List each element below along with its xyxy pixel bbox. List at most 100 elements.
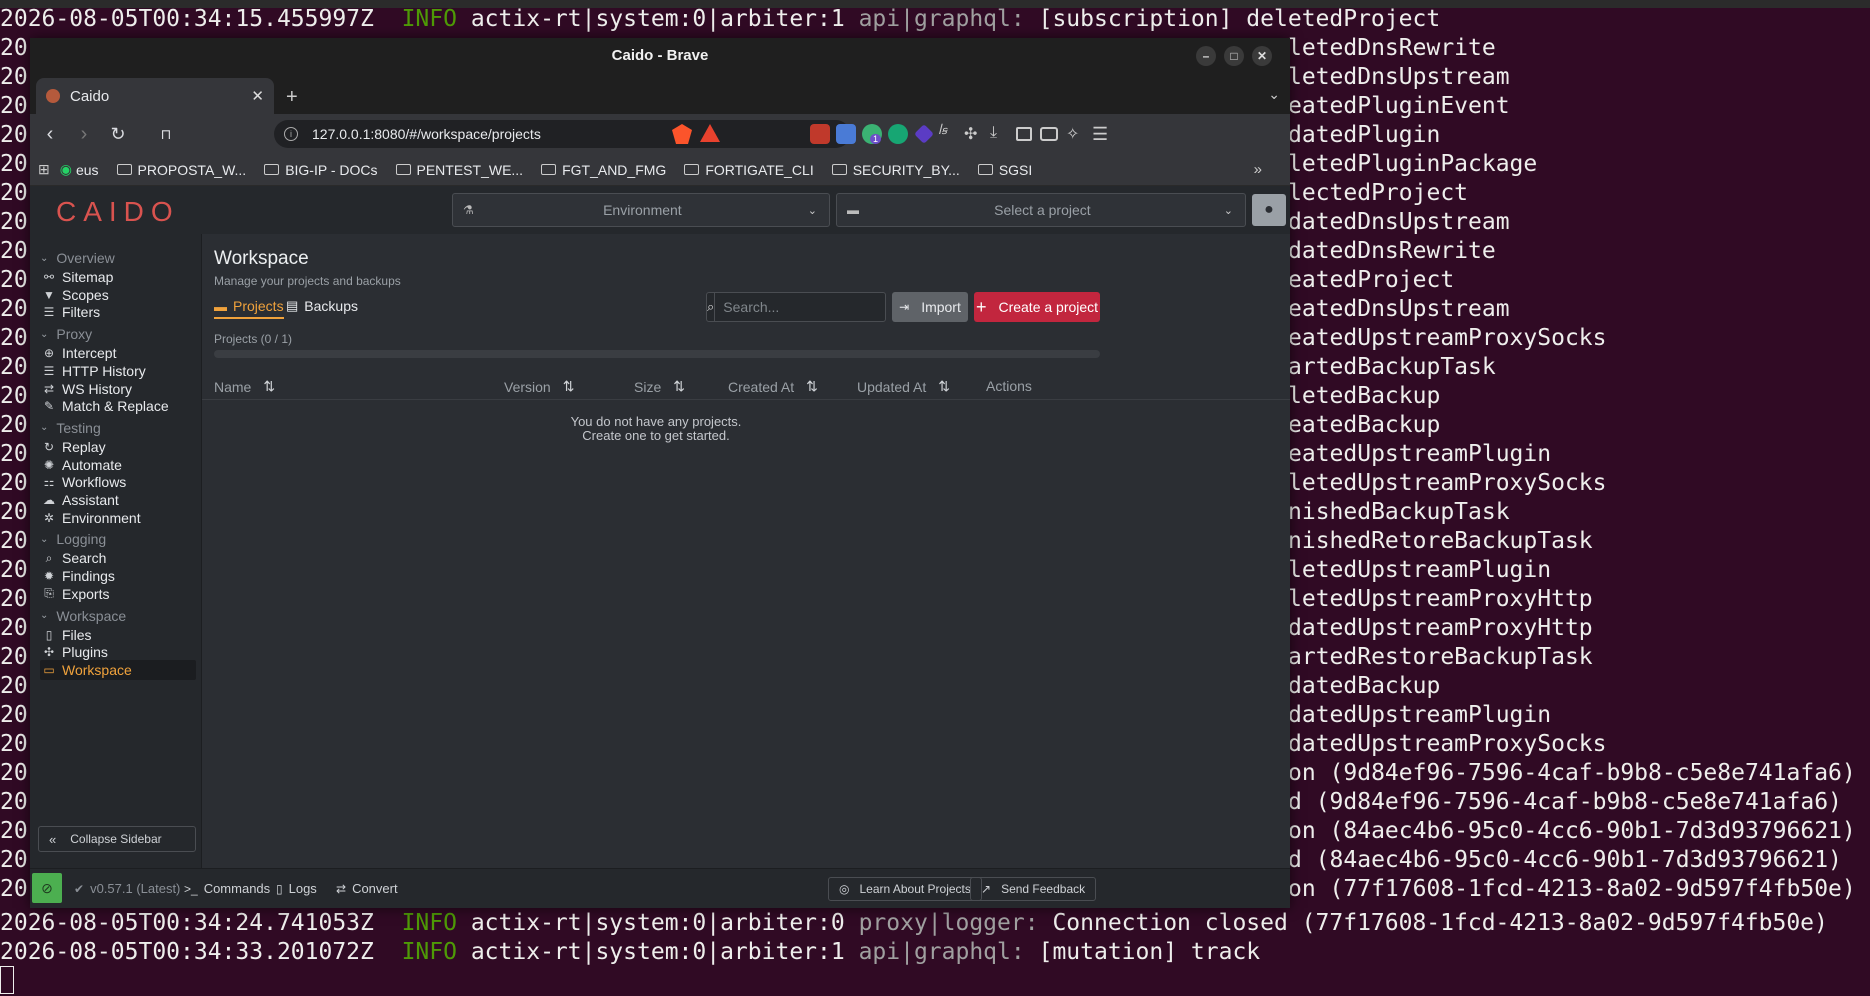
sort-icon[interactable]: ⇅	[806, 378, 818, 395]
tab-projects[interactable]: ▬ Projects	[214, 298, 284, 319]
extension-lastpass-icon[interactable]	[810, 124, 830, 144]
bookmark-whatsapp[interactable]: ◉ eus	[60, 161, 99, 178]
log-line-tail: letedPluginPackage	[1288, 151, 1538, 177]
convert-button[interactable]: ⇄ Convert	[336, 881, 398, 896]
document-icon: ▯	[276, 881, 283, 896]
bookmark-folder[interactable]: PROPOSTA_W...	[116, 162, 246, 178]
sidebar-item-environment[interactable]: ✲ Environment	[40, 508, 196, 528]
sidebar-toggle-icon[interactable]	[1016, 127, 1032, 141]
log-line-tail: nishedBackupTask	[1288, 499, 1510, 525]
learn-about-projects-button[interactable]: ◎ Learn About Projects	[828, 877, 982, 901]
sort-icon[interactable]: ⇅	[563, 378, 575, 395]
sidebar-group-logging[interactable]: ⌄ Logging	[40, 531, 106, 547]
log-line-tail: letedUpstreamPlugin	[1288, 557, 1552, 583]
sort-icon[interactable]: ⇅	[938, 378, 950, 395]
window-titlebar[interactable]: Caido - Brave – □ ✕	[30, 38, 1290, 72]
log-line-prefix: 20	[0, 325, 28, 351]
sidebar-item-filters[interactable]: ☰ Filters	[40, 302, 196, 322]
site-info-icon[interactable]: i	[284, 127, 298, 141]
bookmark-folder[interactable]: BIG-IP - DOCs	[264, 162, 378, 178]
connection-status-button[interactable]: ⊘	[32, 873, 62, 903]
replay-icon: ↻	[43, 439, 55, 454]
logs-button[interactable]: ▯ Logs	[276, 881, 317, 896]
extension-translate-icon[interactable]	[836, 124, 856, 144]
wallet-icon[interactable]	[1040, 127, 1058, 141]
sidebar-group-workspace[interactable]: ⌄ Workspace	[40, 608, 126, 624]
version-status: ✔ v0.57.1 (Latest)	[74, 881, 181, 896]
minimize-button[interactable]: –	[1196, 46, 1216, 66]
log-line-tail: artedBackupTask	[1288, 354, 1496, 380]
check-circle-icon: ✔	[74, 881, 85, 896]
log-line-tail: datedUpstreamProxyHttp	[1288, 615, 1593, 641]
sidebar-item-workspace[interactable]: ▭ Workspace	[40, 659, 196, 680]
collapse-sidebar-button[interactable]: « Collapse Sidebar	[38, 826, 196, 852]
bookmark-icon[interactable]: ⊓	[152, 120, 180, 148]
bookmark-folder[interactable]: FGT_AND_FMG	[541, 162, 666, 178]
plugins-icon: ✣	[43, 645, 55, 660]
monitor-icon: ▭	[43, 662, 55, 677]
maximize-button[interactable]: □	[1224, 46, 1244, 66]
extensions-puzzle-icon[interactable]: ✣	[964, 124, 984, 144]
sidebar-item-replay[interactable]: ↻ Replay	[40, 437, 196, 457]
column-updated-at[interactable]: Updated At ⇅	[857, 378, 950, 395]
column-size[interactable]: Size ⇅	[634, 378, 685, 395]
tab-backups[interactable]: ▤ Backups	[286, 298, 358, 317]
sidebar-item-match-replace[interactable]: ✎ Match & Replace	[40, 396, 196, 416]
sidebar-item-http-history[interactable]: ☰ HTTP History	[40, 361, 196, 381]
chevron-down-icon: ⌄	[40, 533, 49, 545]
sidebar-item-exports[interactable]: ⎘ Exports	[40, 584, 196, 604]
projects-progress-bar	[214, 350, 1100, 358]
leo-ai-icon[interactable]: ✧	[1066, 124, 1086, 144]
log-line-tail: eatedPluginEvent	[1288, 93, 1510, 119]
tab-search-chevron-icon[interactable]: ⌄	[1268, 86, 1280, 103]
log-line-prefix: 20	[0, 209, 28, 235]
log-line-tail: letedUpstreamProxySocks	[1288, 470, 1607, 496]
import-button[interactable]: ⇥ Import	[892, 292, 968, 322]
terminal-cursor	[0, 966, 14, 994]
brave-rewards-icon[interactable]	[700, 124, 720, 142]
create-project-button[interactable]: + Create a project	[974, 292, 1100, 322]
bookmark-folder[interactable]: PENTEST_WE...	[395, 162, 523, 178]
tab-title: Caido	[70, 87, 110, 105]
send-feedback-button[interactable]: ↗ Send Feedback	[970, 877, 1097, 901]
sidebar-group-testing[interactable]: ⌄ Testing	[40, 420, 101, 436]
extension-purple-icon[interactable]	[914, 124, 934, 144]
assistant-icon: ☁	[43, 493, 55, 507]
close-window-button[interactable]: ✕	[1252, 46, 1272, 66]
reload-button[interactable]: ↻	[104, 120, 132, 148]
folder-icon: ▬	[847, 203, 859, 217]
column-name[interactable]: Name ⇅	[214, 378, 275, 395]
extension-grammarly-icon[interactable]	[888, 124, 908, 144]
extension-green-icon[interactable]: 1	[862, 124, 882, 144]
back-button[interactable]: ‹	[36, 120, 64, 148]
more-bookmarks-icon[interactable]: »	[1254, 161, 1262, 178]
browser-tab[interactable]: Caido ✕	[36, 78, 274, 114]
bookmark-folder[interactable]: SECURITY_BY...	[831, 162, 960, 178]
column-created-at[interactable]: Created At ⇅	[728, 378, 818, 395]
menu-icon[interactable]: ☰	[1092, 124, 1112, 144]
user-menu-button[interactable]: ●	[1252, 194, 1286, 226]
apps-grid-icon[interactable]: ⊞	[38, 161, 50, 178]
extension-sql-icon[interactable]: ꟾꞩ	[938, 124, 958, 144]
sidebar-group-proxy[interactable]: ⌄ Proxy	[40, 326, 92, 342]
sort-icon[interactable]: ⇅	[673, 378, 685, 395]
commands-button[interactable]: >_ Commands	[184, 881, 270, 896]
project-select[interactable]: ▬ Select a project ⌄	[836, 193, 1246, 227]
downloads-icon[interactable]: ⤓	[990, 124, 1010, 144]
new-tab-button[interactable]: +	[286, 86, 298, 109]
sort-icon[interactable]: ⇅	[263, 378, 275, 395]
log-line-tail: eatedProject	[1288, 267, 1455, 293]
sidebar-group-overview[interactable]: ⌄ Overview	[40, 250, 115, 266]
log-line-prefix: 20	[0, 296, 28, 322]
forward-button[interactable]: ›	[70, 120, 98, 148]
folder-icon	[264, 164, 280, 175]
address-bar[interactable]: i 127.0.0.1:8080/#/workspace/projects	[274, 120, 850, 148]
bookmark-folder[interactable]: FORTIGATE_CLI	[684, 162, 814, 178]
tab-close-icon[interactable]: ✕	[251, 87, 264, 105]
environment-select[interactable]: ⚗ Environment ⌄	[452, 193, 830, 227]
link-icon: ⊘	[41, 879, 53, 896]
search-input[interactable]	[715, 293, 905, 321]
column-version[interactable]: Version ⇅	[504, 378, 574, 395]
bookmark-folder[interactable]: SGSI	[977, 162, 1032, 178]
log-line-prefix: 20	[0, 557, 28, 583]
